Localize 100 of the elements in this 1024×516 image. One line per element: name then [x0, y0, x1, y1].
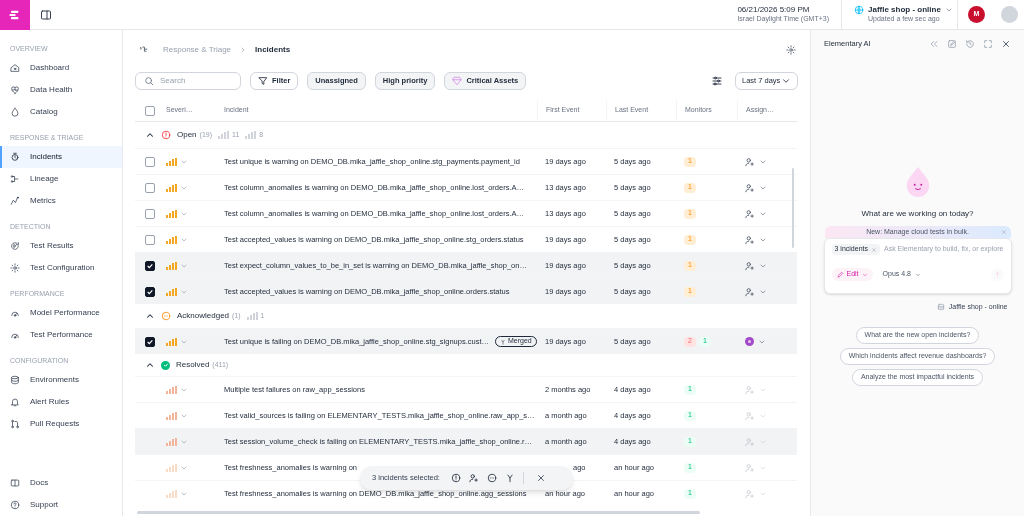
metrics-icon: [10, 196, 20, 206]
nav-item[interactable]: Test Configuration: [0, 257, 122, 279]
user-plus-icon: [745, 488, 755, 499]
checkbox[interactable]: [145, 336, 155, 347]
assign-button[interactable]: [745, 156, 755, 167]
tree-button[interactable]: [139, 45, 149, 55]
panel-action-button[interactable]: [1001, 39, 1011, 49]
nav-item[interactable]: Test Performance: [0, 324, 122, 346]
nav-item[interactable]: Dashboard: [0, 57, 122, 79]
expand-icon: [983, 39, 993, 49]
edit-icon: [947, 39, 957, 49]
merge-icon: [504, 473, 515, 483]
double-chevron-left-icon: [929, 39, 939, 49]
check-circle-icon: [161, 360, 170, 370]
close-icon: [870, 246, 877, 253]
bulk-action-button[interactable]: [486, 473, 497, 483]
severity-bars-icon: [245, 131, 257, 139]
user-plus-icon: [745, 286, 755, 297]
chevron-up-icon: [145, 311, 155, 321]
book-icon: [10, 478, 20, 488]
nav-item[interactable]: Alert Rules: [0, 391, 122, 413]
nav-item[interactable]: Model Performance: [0, 302, 122, 324]
nav-item[interactable]: Incidents: [0, 146, 122, 168]
user-plus-icon: [745, 208, 755, 219]
help-icon: [10, 500, 20, 510]
assign-button[interactable]: [745, 286, 755, 297]
nav-item[interactable]: Metrics: [0, 190, 122, 212]
settings-button[interactable]: [786, 45, 796, 55]
user-plus-icon: [745, 462, 755, 473]
nav-item[interactable]: Pull Requests: [0, 413, 122, 435]
drop-icon: [10, 107, 20, 117]
user-plus-icon: [745, 182, 755, 193]
heart-icon: [10, 85, 20, 95]
severity-bars-icon: [218, 131, 230, 139]
nav-item[interactable]: Data Health: [0, 79, 122, 101]
collapse-button[interactable]: [145, 130, 155, 140]
close-button[interactable]: [535, 473, 546, 483]
alert-circle-icon: [161, 130, 171, 140]
layers-icon: [10, 375, 20, 385]
assign-button[interactable]: [745, 234, 755, 245]
chevron-down-icon: [861, 271, 868, 278]
collapse-button[interactable]: [145, 360, 155, 370]
group-label: Open: [177, 129, 197, 141]
gem-icon: [452, 76, 463, 86]
lineage-icon: [10, 174, 20, 184]
chevron-down-icon: [781, 76, 791, 86]
user-plus-icon: [745, 410, 755, 421]
checkbox[interactable]: [145, 105, 155, 116]
alert-circle-icon: [450, 473, 461, 483]
checkbox[interactable]: [145, 208, 155, 219]
alarm-icon: [10, 152, 20, 162]
column-settings-button[interactable]: [711, 75, 723, 87]
history-icon: [965, 39, 975, 49]
nav-item[interactable]: Test Results: [0, 235, 122, 257]
sidebar-toggle-button[interactable]: [40, 8, 52, 21]
sidebar-toggle-icon: [40, 8, 52, 21]
checkbox[interactable]: [145, 234, 155, 245]
severity-bars-icon: [246, 312, 258, 320]
collapse-button[interactable]: [145, 311, 155, 321]
user-plus-icon: [745, 156, 755, 167]
nav-item[interactable]: Environments: [0, 369, 122, 391]
globe-icon: [854, 5, 864, 16]
refresh-icon: [10, 241, 20, 251]
bulk-action-button[interactable]: [504, 473, 515, 483]
merge-icon: [500, 338, 506, 345]
date-time: 06/21/2026 5:09 PM: [737, 5, 811, 16]
checkbox[interactable]: [145, 156, 155, 167]
house-icon: [10, 63, 20, 73]
checkbox[interactable]: [145, 260, 155, 271]
greeting-text: What are we working on today?: [861, 208, 974, 220]
assign-button[interactable]: [745, 182, 755, 193]
checkbox[interactable]: [145, 286, 155, 297]
environment-name: Jaffle shop - online: [868, 5, 941, 16]
close-icon: [535, 473, 546, 483]
gear-icon: [786, 45, 796, 55]
pull-request-icon: [10, 419, 20, 429]
pending-circle-icon: [161, 311, 171, 321]
assignee-avatar[interactable]: [745, 337, 754, 346]
search-icon: [144, 76, 154, 86]
group-label: Resolved: [176, 359, 210, 371]
vertical-scrollbar[interactable]: [792, 168, 794, 248]
assign-button[interactable]: [745, 208, 755, 219]
chevron-up-icon: [145, 130, 155, 140]
horizontal-scrollbar[interactable]: [137, 511, 700, 514]
user-plus-icon: [468, 473, 479, 483]
nav-item[interactable]: Docs: [0, 472, 122, 494]
checkbox[interactable]: [145, 182, 155, 193]
close-icon: [1000, 229, 1007, 235]
gear-icon: [10, 263, 20, 273]
bulk-action-button[interactable]: [468, 473, 479, 483]
banner-close-button[interactable]: [1000, 229, 1007, 235]
bulk-action-button[interactable]: [450, 473, 461, 483]
nav-item[interactable]: Support: [0, 494, 122, 516]
nav-item[interactable]: Catalog: [0, 101, 122, 123]
close-icon: [1001, 39, 1011, 49]
search-field[interactable]: Search: [135, 72, 241, 90]
pencil-icon: [836, 271, 844, 278]
nav-item[interactable]: Lineage: [0, 168, 122, 190]
search-input[interactable]: Search: [160, 75, 230, 87]
assign-button[interactable]: [745, 260, 755, 271]
